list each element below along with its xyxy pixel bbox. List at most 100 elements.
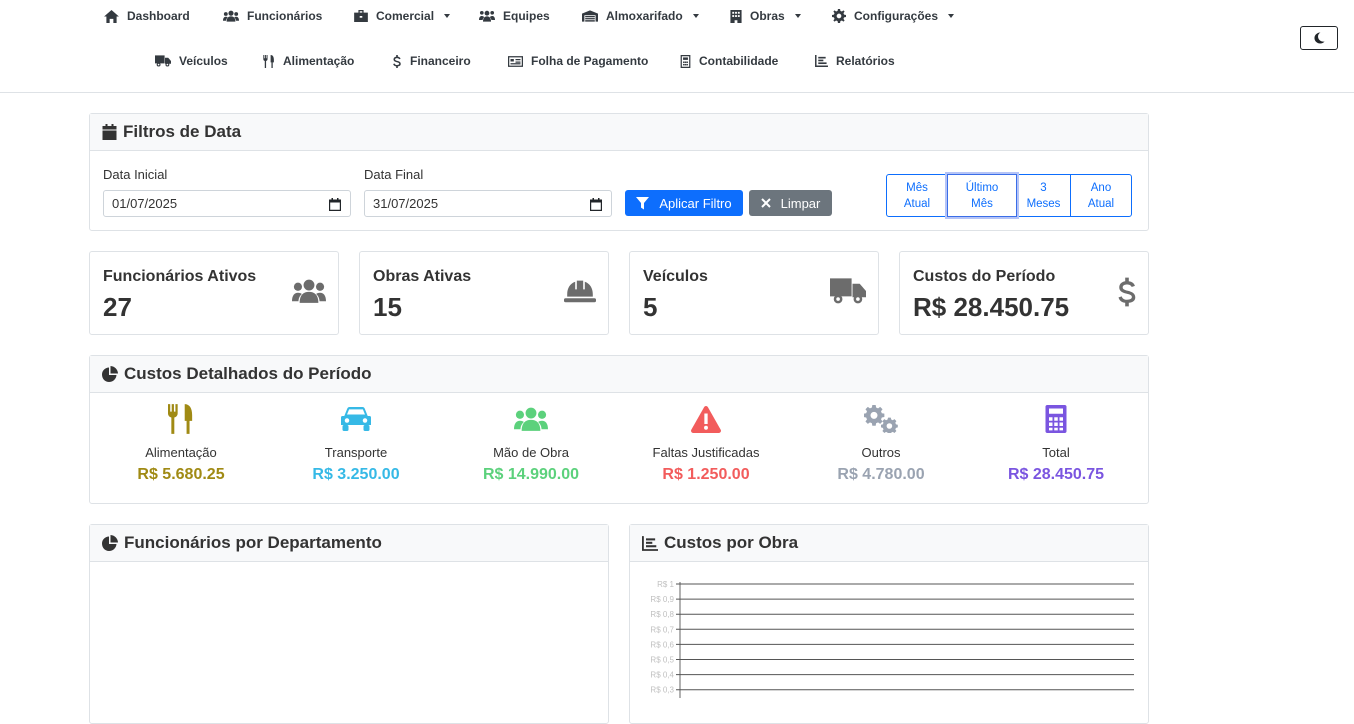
users-icon xyxy=(292,279,326,303)
nav-financeiro-label: Financeiro xyxy=(410,54,471,68)
cost-detail-header: Custos Detalhados do Período xyxy=(90,356,1148,393)
stat-card-veiculos: Veículos 5 xyxy=(629,251,879,335)
nav-obras[interactable]: Obras xyxy=(730,9,801,23)
stat-value: 5 xyxy=(643,292,658,322)
nav-configuracoes[interactable]: Configurações xyxy=(832,9,955,23)
y-tick-label: R$ 0,8 xyxy=(650,610,674,619)
nav-dashboard[interactable]: Dashboard xyxy=(104,9,190,23)
preset-current-year-button[interactable]: Ano Atual xyxy=(1070,174,1132,217)
nav-configuracoes-label: Configurações xyxy=(854,9,939,23)
team-icon xyxy=(479,10,495,22)
stat-card-obras: Obras Ativas 15 xyxy=(359,251,609,335)
dollar-icon xyxy=(1118,277,1136,307)
end-date-value: 31/07/2025 xyxy=(373,196,439,211)
calendar-picker-icon[interactable] xyxy=(329,198,341,211)
filter-icon xyxy=(636,196,650,210)
start-date-input[interactable]: 01/07/2025 xyxy=(103,190,351,217)
warning-icon xyxy=(691,405,721,433)
nav-equipes[interactable]: Equipes xyxy=(479,9,550,23)
pie-chart-icon xyxy=(102,366,118,382)
dollar-icon xyxy=(393,54,401,68)
cost-value: R$ 4.780.00 xyxy=(837,466,925,483)
y-tick-label: R$ 0,6 xyxy=(650,640,674,649)
nav-folha-pagamento[interactable]: Folha de Pagamento xyxy=(508,54,648,68)
nav-funcionarios[interactable]: Funcionários xyxy=(223,9,322,23)
nav-row-secondary: Veículos Alimentação Financeiro Folha de… xyxy=(0,54,1354,74)
preset-label-line2: Atual xyxy=(903,197,931,210)
obra-line-chart: R$ 1 R$ 0,9 R$ 0,8 R$ 0,7 R$ 0,6 R$ 0,5 R$ 0,4… xyxy=(650,580,1134,698)
utensils-icon xyxy=(168,404,193,434)
top-navbar: Dashboard Funcionários Comercial Equipes… xyxy=(0,0,1354,93)
car-icon xyxy=(341,407,371,431)
end-date-input[interactable]: 31/07/2025 xyxy=(364,190,612,217)
nav-relatorios[interactable]: Relatórios xyxy=(815,54,895,68)
preset-label-line1: Mês xyxy=(906,181,928,194)
preset-last-month-button[interactable]: Último Mês xyxy=(947,174,1017,217)
warehouse-icon xyxy=(582,10,598,22)
close-icon xyxy=(760,198,771,208)
cost-value: R$ 1.250.00 xyxy=(662,466,750,483)
cost-value: R$ 3.250.00 xyxy=(312,466,400,483)
id-card-icon xyxy=(508,55,523,67)
preset-label-line2: Atual xyxy=(1087,197,1115,210)
stat-title: Obras Ativas xyxy=(373,268,472,285)
y-tick-label: R$ 0,5 xyxy=(650,656,674,665)
y-tick-label: R$ 0,7 xyxy=(650,625,674,634)
nav-alimentacao[interactable]: Alimentação xyxy=(263,54,354,68)
cost-item-transporte: Transporte R$ 3.250.00 xyxy=(266,404,446,484)
preset-3-months-button[interactable]: 3 Meses xyxy=(1016,174,1071,217)
date-preset-group: Mês Atual Último Mês 3 Meses Ano Atual xyxy=(886,174,1132,217)
clear-filter-label: Limpar xyxy=(780,195,821,211)
preset-label-line1: Último xyxy=(965,181,999,194)
obra-chart-title: Custos por Obra xyxy=(664,533,799,552)
users-icon xyxy=(223,10,239,22)
y-tick-label: R$ 0,3 xyxy=(650,686,674,695)
chevron-down-icon xyxy=(948,14,955,18)
nav-relatorios-label: Relatórios xyxy=(836,54,895,68)
nav-contabilidade[interactable]: Contabilidade xyxy=(680,54,778,68)
stat-value: 27 xyxy=(103,292,132,322)
stat-card-custos: Custos do Período R$ 28.450.75 xyxy=(899,251,1149,335)
stat-card-funcionarios: Funcionários Ativos 27 xyxy=(89,251,339,335)
preset-label-line1: 3 xyxy=(1040,181,1047,194)
y-tick-label: R$ 0,9 xyxy=(650,595,674,604)
theme-toggle-button[interactable] xyxy=(1300,26,1338,50)
end-date-label: Data Final xyxy=(364,167,424,182)
apply-filter-button[interactable]: Aplicar Filtro xyxy=(625,190,743,216)
cost-label: Outros xyxy=(861,445,901,460)
stat-title: Custos do Período xyxy=(913,268,1056,285)
nav-obras-label: Obras xyxy=(750,9,785,23)
home-icon xyxy=(104,9,119,23)
calendar-icon xyxy=(102,124,117,140)
pie-chart-icon xyxy=(102,535,118,551)
nav-comercial[interactable]: Comercial xyxy=(354,9,451,23)
y-tick-label: R$ 0,4 xyxy=(650,671,674,680)
apply-filter-label: Aplicar Filtro xyxy=(659,195,732,211)
clear-filter-button[interactable]: Limpar xyxy=(749,190,832,216)
nav-comercial-label: Comercial xyxy=(376,9,435,23)
preset-label-line2: Mês xyxy=(971,197,993,210)
nav-veiculos[interactable]: Veículos xyxy=(155,54,228,68)
chevron-down-icon xyxy=(692,14,699,18)
nav-equipes-label: Equipes xyxy=(503,9,550,23)
calculator-icon xyxy=(1045,405,1067,433)
nav-financeiro[interactable]: Financeiro xyxy=(392,54,471,68)
cost-label: Total xyxy=(1042,445,1070,460)
cost-detail-title: Custos Detalhados do Período xyxy=(124,364,372,383)
dept-chart-header: Funcionários por Departamento xyxy=(90,525,608,562)
cost-label: Mão de Obra xyxy=(493,445,569,460)
nav-row-primary: Dashboard Funcionários Comercial Equipes… xyxy=(0,9,1354,29)
nav-almoxarifado[interactable]: Almoxarifado xyxy=(582,9,699,23)
hard-hat-icon xyxy=(564,280,596,303)
cost-item-alimentacao: Alimentação R$ 5.680.25 xyxy=(91,404,271,484)
preset-current-month-button[interactable]: Mês Atual xyxy=(886,174,948,217)
calendar-picker-icon[interactable] xyxy=(590,198,602,211)
nav-folha-pagamento-label: Folha de Pagamento xyxy=(531,54,649,68)
truck-icon xyxy=(155,55,171,67)
users-icon xyxy=(514,407,548,431)
date-filter-title: Filtros de Data xyxy=(123,122,242,141)
cost-label: Transporte xyxy=(324,445,388,460)
start-date-value: 01/07/2025 xyxy=(112,196,178,211)
gear-icon xyxy=(832,9,846,23)
bar-chart-icon xyxy=(642,535,658,551)
